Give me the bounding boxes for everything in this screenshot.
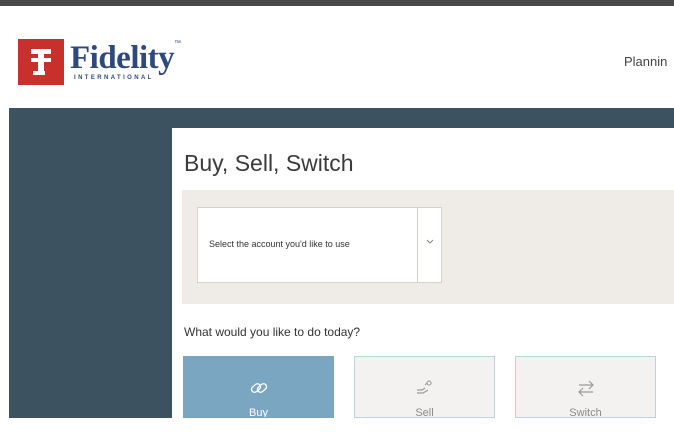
page-title: Buy, Sell, Switch — [184, 150, 354, 176]
site-header: Fidelity ™ INTERNATIONAL Plannin — [0, 6, 674, 108]
swap-arrows-glyph — [577, 380, 594, 397]
buy-label: Buy — [249, 407, 268, 418]
logo-name: Fidelity — [70, 40, 175, 76]
chevron-down-glyph — [426, 239, 434, 244]
sell-button[interactable]: Sell — [354, 356, 495, 418]
page: Fidelity ™ INTERNATIONAL Plannin Buy, Se… — [0, 0, 674, 437]
buy-button[interactable]: Buy — [183, 356, 334, 418]
account-selection-band: Select the account you'd like to use — [182, 190, 674, 304]
account-select-placeholder: Select the account you'd like to use — [209, 239, 350, 249]
buy-sell-switch-card: Buy, Sell, Switch Select the account you… — [172, 128, 674, 418]
fidelity-logo-wordmark: Fidelity ™ INTERNATIONAL — [70, 38, 181, 86]
logo-subtitle: INTERNATIONAL — [74, 75, 154, 81]
sell-label: Sell — [415, 407, 434, 418]
chevron-down-icon[interactable] — [424, 238, 436, 250]
action-question: What would you like to do today? — [184, 325, 361, 339]
sell-hand-icon — [414, 377, 436, 399]
fidelity-logo-mark — [18, 39, 64, 85]
switch-button[interactable]: Switch — [515, 356, 656, 418]
swap-arrows-icon — [575, 377, 597, 399]
bottom-strip — [0, 418, 674, 437]
fidelity-logo-mark-glyph — [31, 49, 51, 75]
select-divider — [417, 208, 418, 282]
link-icon — [248, 377, 270, 399]
logo-trademark: ™ — [174, 40, 181, 47]
switch-label: Switch — [569, 407, 602, 418]
nav-item-planning[interactable]: Plannin — [624, 54, 667, 69]
fidelity-logo[interactable]: Fidelity ™ INTERNATIONAL — [18, 36, 181, 88]
link-glyph — [250, 383, 267, 393]
account-select[interactable]: Select the account you'd like to use — [197, 207, 442, 283]
sell-hand-glyph — [416, 380, 432, 394]
